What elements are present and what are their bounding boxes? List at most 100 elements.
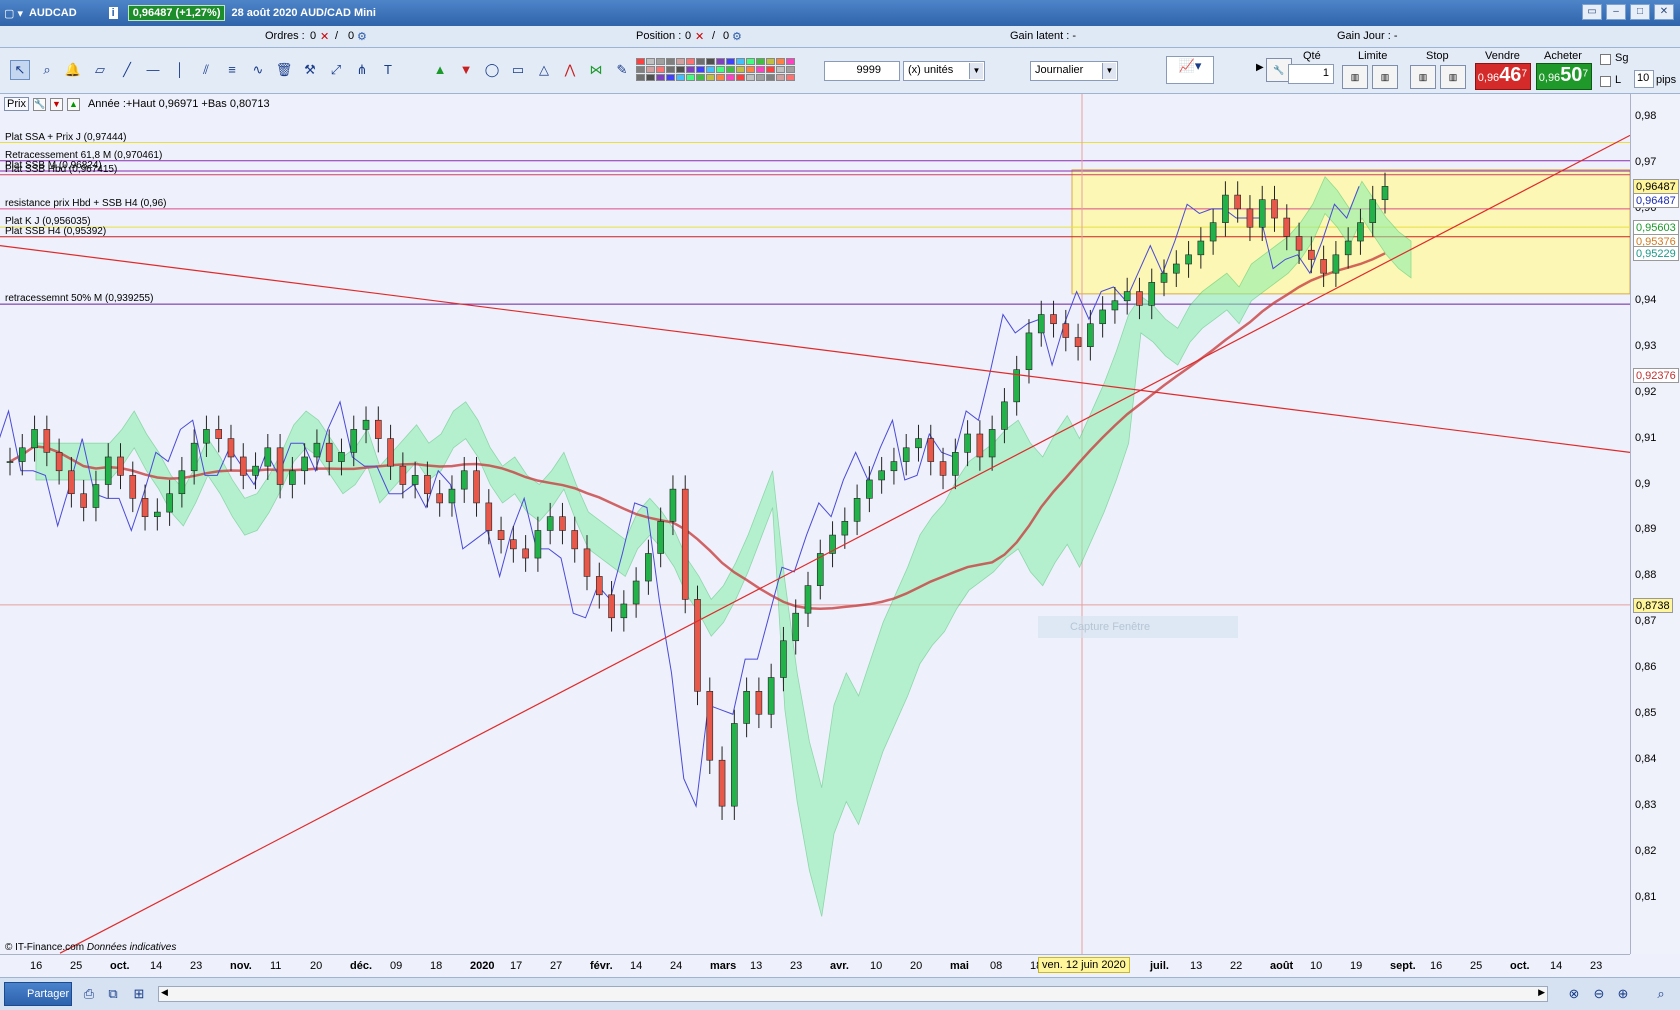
tools-icon[interactable]: ⚒	[300, 60, 320, 80]
scroll-right-icon[interactable]: ▶	[1538, 987, 1545, 998]
color-swatch[interactable]	[676, 74, 685, 81]
color-swatch[interactable]	[716, 74, 725, 81]
restore-icon[interactable]: ▭	[1582, 4, 1602, 20]
ellipse-icon[interactable]: ◯	[482, 60, 502, 80]
color-swatch[interactable]	[636, 66, 645, 73]
color-swatch[interactable]	[646, 58, 655, 65]
color-swatch[interactable]	[736, 66, 745, 73]
limit-sell-button[interactable]: ▥	[1372, 65, 1398, 89]
position-settings-icon[interactable]: ⚙	[732, 30, 742, 43]
color-swatch[interactable]	[776, 74, 785, 81]
horizontal-line-icon[interactable]: —	[143, 60, 163, 80]
orders-settings-icon[interactable]: ⚙	[357, 30, 367, 43]
alert-bell-icon[interactable]: 🔔	[63, 60, 83, 80]
price-axis[interactable]: 0,980,970,960,950,940,930,920,910,90,890…	[1630, 94, 1680, 954]
pattern-icon[interactable]: ⋈	[586, 60, 606, 80]
color-swatch[interactable]	[786, 58, 795, 65]
print-icon[interactable]: ⎙	[80, 985, 98, 1003]
copy-icon[interactable]: ⧉	[104, 985, 122, 1003]
chart-type-button[interactable]: 📈▾	[1166, 56, 1214, 84]
color-swatch[interactable]	[786, 74, 795, 81]
color-swatch[interactable]	[756, 58, 765, 65]
zoom-reset-icon[interactable]: ⊗	[1565, 985, 1583, 1003]
wave-icon[interactable]: ∿	[248, 60, 268, 80]
quantity-field[interactable]: 9999	[824, 61, 900, 81]
maximize-icon[interactable]: □	[1630, 4, 1650, 20]
trend-line-icon[interactable]: ╱	[117, 60, 137, 80]
zigzag-icon[interactable]: ⋀	[560, 60, 580, 80]
color-swatch[interactable]	[646, 74, 655, 81]
color-swatch[interactable]	[706, 66, 715, 73]
color-swatch[interactable]	[666, 66, 675, 73]
stop-sell-button[interactable]: ▥	[1440, 65, 1466, 89]
orders-cancel-icon[interactable]: ✕	[320, 30, 329, 43]
color-swatch[interactable]	[646, 66, 655, 73]
fibonacci-icon[interactable]: ≡	[222, 60, 242, 80]
period-select[interactable]: Journalier ▼	[1030, 61, 1118, 81]
color-swatch[interactable]	[746, 58, 755, 65]
color-swatch[interactable]	[766, 66, 775, 73]
arrow-down-icon[interactable]: ▼	[49, 97, 63, 111]
cursor-icon[interactable]: ↖	[10, 60, 30, 80]
arrow-down-icon[interactable]: ▼	[456, 60, 476, 80]
arrow-up-icon[interactable]: ▲	[66, 97, 80, 111]
capture-window-overlay[interactable]: Capture Fenêtre	[1038, 616, 1238, 638]
buy-button[interactable]: 0,96507	[1536, 63, 1592, 90]
stop-buy-button[interactable]: ▥	[1410, 65, 1436, 89]
color-swatch[interactable]	[746, 74, 755, 81]
text-icon[interactable]: T	[378, 60, 398, 80]
color-swatch[interactable]	[766, 58, 775, 65]
color-swatch[interactable]	[676, 66, 685, 73]
pips-field[interactable]: 10	[1634, 70, 1654, 88]
close-icon[interactable]: ✕	[1654, 4, 1674, 20]
arrow-up-icon[interactable]: ▲	[430, 60, 450, 80]
wrench-icon[interactable]: 🔧	[32, 97, 46, 111]
color-swatch[interactable]	[776, 58, 785, 65]
color-swatch[interactable]	[726, 58, 735, 65]
color-swatch[interactable]	[686, 58, 695, 65]
panel-collapse-icon[interactable]: ▶	[1256, 62, 1264, 73]
color-swatch[interactable]	[736, 74, 745, 81]
color-palette[interactable]	[636, 58, 796, 84]
color-swatch[interactable]	[666, 58, 675, 65]
color-swatch[interactable]	[656, 74, 665, 81]
rectangle-icon[interactable]: ▭	[508, 60, 528, 80]
chart-scrollbar[interactable]: ◀ ▶	[158, 986, 1548, 1002]
minimize-icon[interactable]: –	[1606, 4, 1626, 20]
scroll-left-icon[interactable]: ◀	[161, 987, 168, 998]
color-swatch[interactable]	[636, 58, 645, 65]
color-swatch[interactable]	[786, 66, 795, 73]
color-swatch[interactable]	[696, 74, 705, 81]
color-swatch[interactable]	[686, 74, 695, 81]
limit-buy-button[interactable]: ▥	[1342, 65, 1368, 89]
parallel-lines-icon[interactable]: ⤢	[326, 60, 346, 80]
color-swatch[interactable]	[726, 66, 735, 73]
qty-field[interactable]: 1	[1288, 64, 1334, 84]
color-swatch[interactable]	[676, 58, 685, 65]
pitchfork-icon[interactable]: ⋔	[352, 60, 372, 80]
color-swatch[interactable]	[696, 66, 705, 73]
ruler-icon[interactable]: ▱	[90, 60, 110, 80]
zoom-out-icon[interactable]: ⊖	[1590, 985, 1608, 1003]
chart-canvas[interactable]	[0, 94, 1630, 954]
color-swatch[interactable]	[726, 74, 735, 81]
search-icon[interactable]: ⌕	[1652, 985, 1670, 1003]
color-swatch[interactable]	[756, 66, 765, 73]
triangle-icon[interactable]: △	[534, 60, 554, 80]
chart-settings-icon[interactable]: ⊞	[130, 985, 148, 1003]
color-swatch[interactable]	[706, 58, 715, 65]
channel-icon[interactable]: ⫽	[196, 60, 216, 80]
color-swatch[interactable]	[706, 74, 715, 81]
color-swatch[interactable]	[656, 66, 665, 73]
sell-button[interactable]: 0,96467	[1475, 63, 1531, 90]
color-swatch[interactable]	[746, 66, 755, 73]
units-select[interactable]: (x) unités ▼	[903, 61, 985, 81]
share-button[interactable]: Partager	[4, 982, 72, 1006]
color-swatch[interactable]	[776, 66, 785, 73]
trash-icon[interactable]: 🗑	[274, 60, 294, 80]
color-swatch[interactable]	[656, 58, 665, 65]
color-swatch[interactable]	[736, 58, 745, 65]
color-swatch[interactable]	[636, 74, 645, 81]
prix-label[interactable]: Prix	[4, 97, 29, 111]
zoom-icon[interactable]: ⌕	[37, 60, 57, 80]
